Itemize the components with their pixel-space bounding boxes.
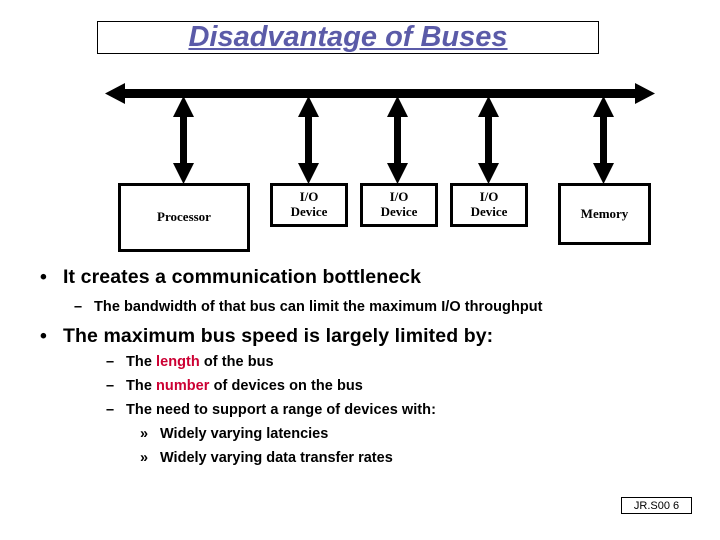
- bullet-glyph: –: [106, 402, 115, 418]
- bullet-glyph: –: [106, 378, 115, 394]
- bullet-text: It creates a communication bottleneck: [63, 266, 422, 288]
- bullet-glyph: »: [140, 426, 149, 442]
- bus-connector-processor: [173, 96, 194, 184]
- bullet-text: Widely varying data transfer rates: [160, 450, 393, 466]
- system-bus-line: [105, 83, 655, 104]
- diagram-box-io-device-1: I/O Device: [270, 183, 348, 227]
- highlighted-term: length: [156, 354, 200, 370]
- bullet-item-level2: – The need to support a range of devices…: [106, 402, 436, 418]
- bullet-glyph: –: [106, 354, 115, 370]
- page-title: Disadvantage of Buses: [188, 21, 508, 53]
- text-pre: The: [126, 378, 157, 394]
- bus-connector-io-device-2: [387, 96, 408, 184]
- bullet-glyph: –: [74, 299, 83, 315]
- text-pre: The: [126, 354, 157, 370]
- bus-connector-memory: [593, 96, 614, 184]
- bullet-item-level1: • The maximum bus speed is largely limit…: [40, 325, 493, 348]
- bullet-item-level3: » Widely varying latencies: [140, 426, 328, 442]
- bullet-text: The need to support a range of devices w…: [126, 402, 436, 418]
- bullet-text: The number of devices on the bus: [126, 378, 363, 394]
- bullet-item-level1: • It creates a communication bottleneck: [40, 266, 421, 289]
- bullet-text: The bandwidth of that bus can limit the …: [94, 299, 543, 315]
- diagram-box-label: I/O Device: [290, 189, 328, 219]
- footer-slide-id-badge: JR.S00 6: [621, 497, 692, 514]
- bullet-glyph: »: [140, 450, 149, 466]
- diagram-box-memory: Memory: [558, 183, 651, 245]
- bullet-item-level2: – The number of devices on the bus: [106, 378, 363, 394]
- bullet-text: The length of the bus: [126, 354, 274, 370]
- bullet-text: Widely varying latencies: [160, 426, 329, 442]
- diagram-box-label: I/O Device: [380, 189, 418, 219]
- bullet-glyph: •: [40, 325, 47, 347]
- diagram-box-io-device-3: I/O Device: [450, 183, 528, 227]
- bullet-item-level2: – The length of the bus: [106, 354, 274, 370]
- bullet-text: The maximum bus speed is largely limited…: [63, 325, 494, 347]
- text-post: of the bus: [199, 354, 274, 370]
- diagram-box-label: Memory: [580, 205, 629, 221]
- bullet-glyph: •: [40, 266, 47, 288]
- bullet-item-level3: » Widely varying data transfer rates: [140, 450, 393, 466]
- bus-connector-io-device-3: [478, 96, 499, 184]
- diagram-box-processor: Processor: [118, 183, 250, 252]
- text-post: of devices on the bus: [209, 378, 363, 394]
- diagram-box-io-device-2: I/O Device: [360, 183, 438, 227]
- diagram-box-label: I/O Device: [470, 189, 508, 219]
- highlighted-term: number: [156, 378, 210, 394]
- bus-connector-io-device-1: [298, 96, 319, 184]
- bullet-item-level2: – The bandwidth of that bus can limit th…: [74, 299, 543, 315]
- diagram-box-label: Processor: [157, 209, 211, 225]
